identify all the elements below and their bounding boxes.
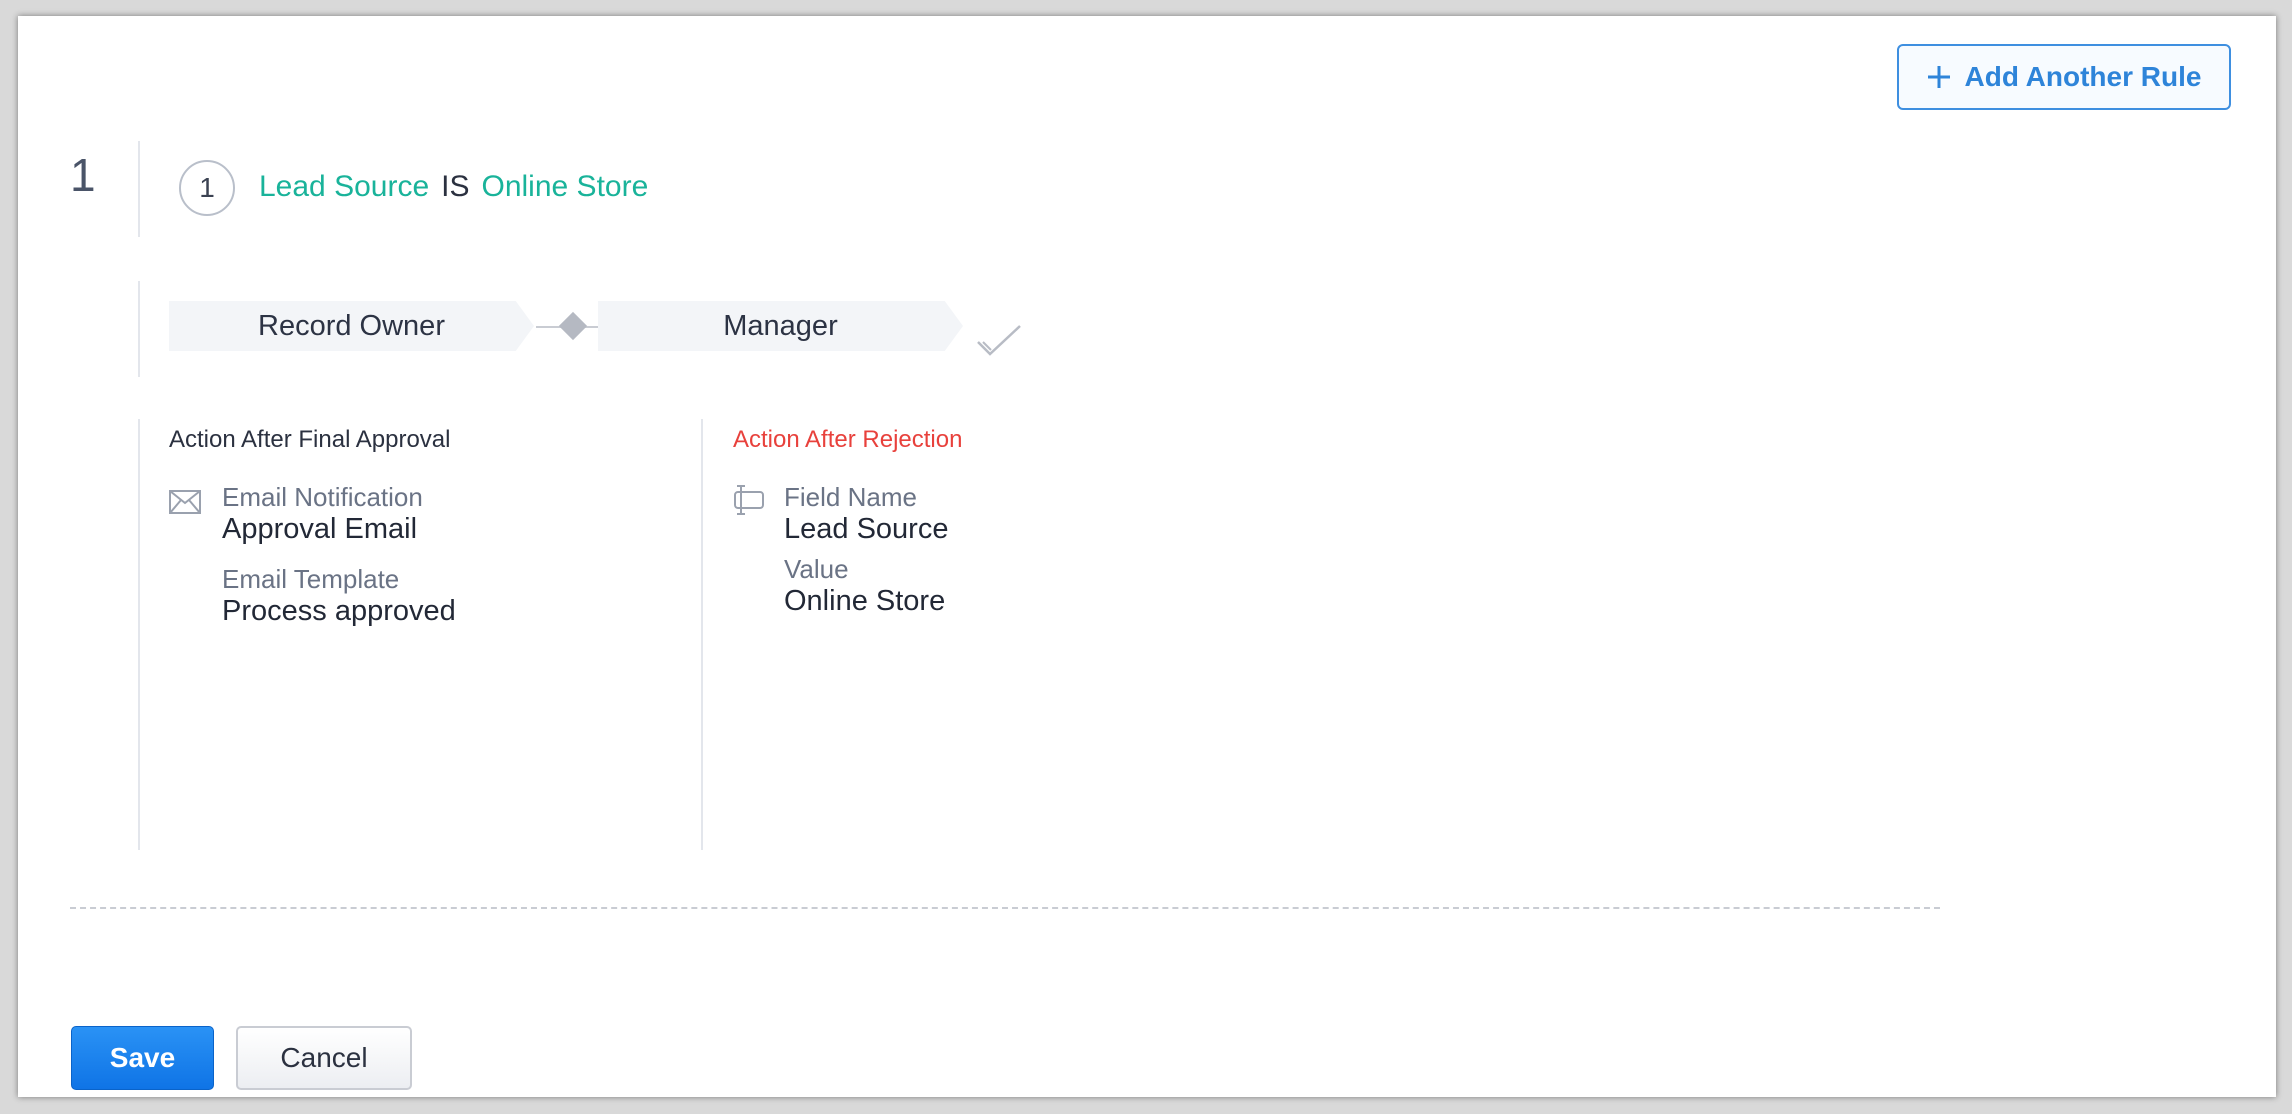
divider bbox=[138, 281, 140, 377]
approver-label: Record Owner bbox=[258, 309, 445, 342]
criteria-operator: IS bbox=[441, 170, 470, 203]
add-another-rule-label: Add Another Rule bbox=[1964, 61, 2202, 92]
check-icon bbox=[977, 325, 1021, 356]
plus-icon bbox=[1927, 66, 1950, 88]
email-notification-value: Approval Email bbox=[222, 513, 418, 545]
field-name-label: Field Name bbox=[784, 482, 917, 512]
save-button[interactable]: Save bbox=[71, 1026, 214, 1090]
field-name-value: Lead Source bbox=[784, 513, 949, 545]
add-another-rule-button[interactable]: Add Another Rule bbox=[1897, 44, 2231, 110]
approver-label: Manager bbox=[723, 309, 838, 342]
rule-number: 1 bbox=[70, 149, 96, 201]
criteria-index: 1 bbox=[179, 160, 235, 216]
divider bbox=[138, 419, 140, 850]
email-icon bbox=[169, 490, 201, 514]
email-notification-label: Email Notification bbox=[222, 482, 423, 512]
criteria-field[interactable]: Lead Source bbox=[259, 170, 429, 204]
rejection-actions-title: Action After Rejection bbox=[733, 426, 963, 453]
criteria-value[interactable]: Online Store bbox=[482, 170, 649, 204]
criteria-expression[interactable]: Lead Source IS Online Store bbox=[259, 170, 648, 204]
field-update-icon bbox=[734, 485, 764, 515]
section-separator bbox=[70, 907, 1940, 909]
approval-rule-panel: Add Another Rule 1 1 Lead Source IS Onli… bbox=[18, 16, 2276, 1097]
email-template-value: Process approved bbox=[222, 595, 456, 627]
cancel-button[interactable]: Cancel bbox=[236, 1026, 412, 1090]
field-value-label: Value bbox=[784, 554, 849, 584]
field-value-value: Online Store bbox=[784, 585, 946, 617]
approver-step-record-owner[interactable]: Record Owner bbox=[169, 301, 534, 351]
approval-actions-title: Action After Final Approval bbox=[169, 426, 451, 453]
approver-step-manager[interactable]: Manager bbox=[598, 301, 963, 351]
email-template-label: Email Template bbox=[222, 564, 400, 594]
connector-diamond-icon bbox=[558, 311, 588, 341]
divider bbox=[138, 141, 140, 237]
divider bbox=[701, 419, 703, 850]
